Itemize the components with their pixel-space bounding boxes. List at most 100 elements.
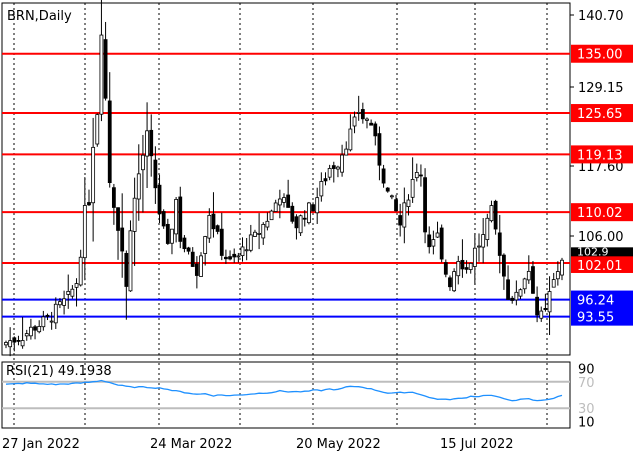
candle-body (468, 262, 473, 270)
candle-body (82, 205, 87, 259)
date-tick-label: 24 Mar 2022 (150, 437, 232, 452)
candle-body (315, 197, 320, 214)
candle-body (526, 270, 531, 281)
candle-body (240, 246, 245, 257)
candle-body (477, 245, 481, 248)
candle-body (336, 166, 340, 170)
candle-body (153, 159, 158, 189)
candle-body (182, 237, 187, 250)
candle-body (58, 301, 62, 306)
candle-body (203, 236, 208, 254)
candle-body (460, 259, 465, 270)
candle-body (410, 179, 415, 198)
candle-body (211, 213, 216, 230)
price-tick-label: 129.15 (578, 81, 624, 96)
candle-body (331, 165, 336, 169)
rsi-panel: RSI(21) 49.1938 (2, 364, 570, 410)
candle-body (207, 214, 212, 239)
axes: 140.70129.15117.60106.00135.00125.65119.… (2, 9, 633, 452)
candle-body (398, 215, 403, 226)
candle-body (277, 198, 282, 206)
candle-body (510, 297, 515, 301)
candle-body (128, 230, 133, 292)
candle-body (543, 308, 548, 310)
candle-body (149, 129, 154, 157)
level-label: 135.00 (577, 48, 623, 63)
candle-body (45, 314, 50, 317)
candle-body (8, 340, 13, 348)
candle-body (323, 178, 328, 182)
candle-body (41, 316, 46, 328)
level-label: 119.13 (577, 148, 623, 163)
candle-body (369, 122, 374, 126)
candle-body (502, 254, 506, 277)
candle-body (360, 109, 365, 120)
candle-body (244, 249, 249, 252)
candle-body (136, 173, 141, 200)
candle-body (95, 114, 100, 145)
candle-body (178, 196, 183, 242)
candle-body (348, 128, 353, 151)
candle-body (452, 271, 457, 292)
level-label: 96.24 (577, 294, 614, 309)
candle-body (448, 277, 452, 288)
candle-body (286, 194, 291, 208)
candle-body (435, 232, 440, 238)
candle-body (481, 234, 486, 248)
candle-body (497, 232, 502, 256)
chart-canvas: BRN,Daily RSI(21) 49.1938 140.70 129.15 11… (1, 0, 633, 452)
candle-body (493, 200, 498, 230)
candle-body (99, 34, 104, 115)
candle-body (170, 228, 174, 244)
candle-body (232, 253, 237, 258)
candle-body (257, 232, 262, 235)
candle-body (261, 224, 266, 239)
candle-body (406, 199, 411, 208)
candle-body (186, 247, 191, 252)
candle-body (145, 130, 149, 157)
candle-body (157, 184, 162, 215)
candle-body (427, 234, 432, 248)
candle-body (248, 234, 253, 251)
candle-body (402, 202, 407, 228)
candle-body (311, 204, 315, 212)
candle-body (344, 148, 349, 156)
candle-body (456, 261, 461, 277)
candle-body (165, 223, 170, 244)
candle-body (199, 255, 203, 277)
candle-body (514, 291, 519, 301)
candle-body (356, 112, 361, 114)
candle-body (174, 199, 179, 235)
candle-body (414, 172, 419, 179)
candle-body (16, 340, 21, 342)
date-tick-label: 20 May 2022 (296, 437, 381, 452)
symbol-label: BRN,Daily (7, 9, 72, 24)
candle-body (389, 195, 394, 198)
candle-body (340, 154, 344, 173)
rsi-tick-label: 10 (578, 415, 595, 430)
candle-body (24, 333, 29, 337)
candle-body (111, 187, 116, 208)
candle-body (551, 279, 556, 288)
candle-body (377, 133, 382, 166)
candle-body (298, 215, 303, 234)
candle-body (431, 239, 436, 247)
candle-body (294, 216, 299, 229)
level-label: 102.01 (577, 259, 623, 274)
candle-body (4, 342, 8, 346)
candle-body (33, 326, 37, 331)
candle-body (103, 39, 108, 99)
candle-body (547, 291, 552, 313)
candle-body (74, 283, 79, 288)
level-label: 125.65 (577, 107, 623, 122)
candle-body (439, 227, 444, 260)
candle-body (365, 118, 369, 121)
candle-body (489, 205, 494, 222)
candle-body (116, 207, 120, 231)
candle-body (319, 181, 324, 197)
candle-body (306, 202, 311, 224)
candle-body (49, 320, 54, 323)
candle-body (381, 168, 386, 184)
candle-body (506, 279, 510, 300)
candle-body (228, 256, 232, 260)
